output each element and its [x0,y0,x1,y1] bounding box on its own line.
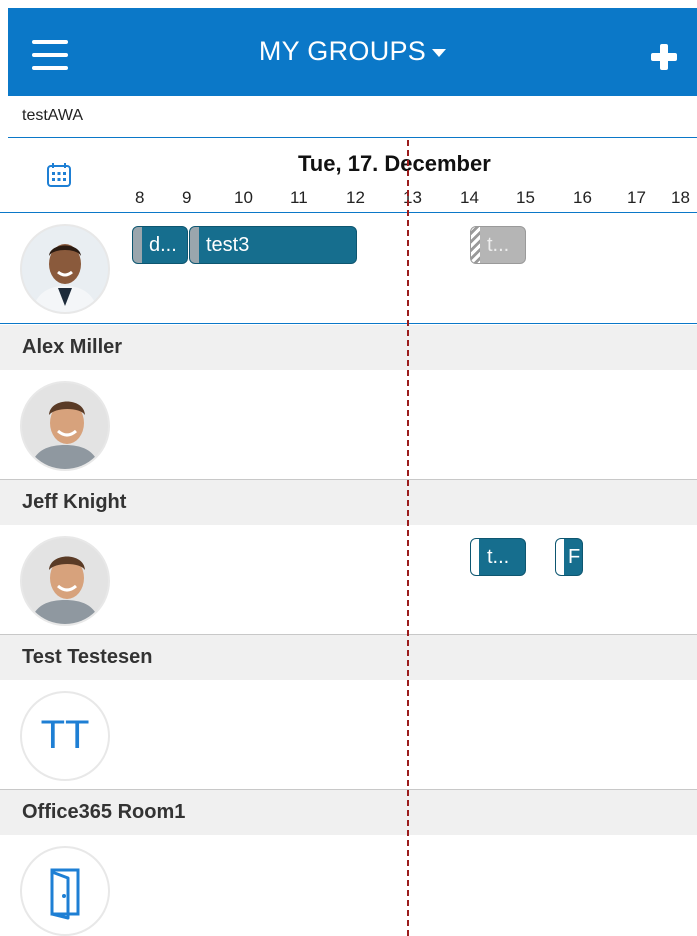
avatar[interactable] [20,224,110,314]
avatar[interactable] [20,846,110,936]
timeline-header: Tue, 17. December 8 9 10 11 12 13 14 15 … [0,140,697,213]
event-block[interactable]: t... [470,538,526,576]
top-bar: MY GROUPS [8,8,697,96]
hour-label: 15 [516,188,535,207]
event-block[interactable]: d... [132,226,188,264]
event-label: t... [487,234,510,256]
person-avatar-icon [22,538,108,624]
hour-label: 9 [182,188,192,207]
hour-label: 16 [573,188,592,207]
hour-label: 17 [627,188,646,207]
event-label: F [568,546,581,568]
hour-label: 18 [671,188,690,207]
hour-label: 13 [403,188,422,207]
event-block[interactable]: F [555,538,583,576]
event-label: t... [487,546,510,568]
door-icon [50,868,80,920]
avatar[interactable] [20,536,110,626]
person-name: Alex Miller [0,325,697,370]
event-label: d... [149,234,177,256]
group-selector[interactable]: MY GROUPS [8,36,697,67]
avatar[interactable] [20,381,110,471]
person-avatar-icon [22,226,108,312]
tentative-event-block[interactable]: t... [470,226,526,264]
event-block[interactable]: test3 [189,226,357,264]
hour-label: 8 [135,188,145,207]
group-title: MY GROUPS [258,36,427,66]
person-name: Office365 Room1 [0,790,697,835]
calendar-icon[interactable] [46,162,72,188]
hour-label: 10 [234,188,253,207]
date-title[interactable]: Tue, 17. December [298,151,491,177]
current-time-line [407,140,409,936]
avatar[interactable]: TT [20,691,110,781]
person-avatar-icon [22,383,108,469]
person-name: Test Testesen [0,635,697,680]
plus-icon[interactable] [651,44,677,70]
avatar-initials: TT [40,713,90,757]
search-bar [8,96,697,138]
divider [0,323,697,324]
hour-label: 14 [460,188,479,207]
search-input[interactable] [8,96,697,136]
hour-label: 12 [346,188,365,207]
hour-label: 11 [290,188,308,207]
person-name: Jeff Knight [0,480,697,525]
event-label: test3 [206,234,250,256]
caret-down-icon [432,48,447,57]
